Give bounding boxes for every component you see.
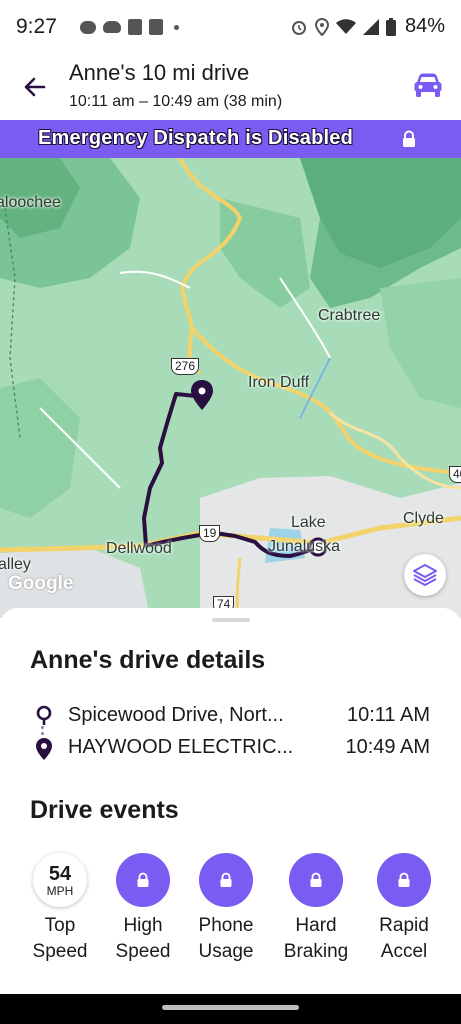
end-time: 10:49 AM (345, 736, 430, 758)
event-rapid-accel[interactable]: Rapid Accel (364, 853, 444, 965)
back-button[interactable] (20, 72, 50, 102)
emergency-dispatch-banner[interactable]: Emergency Dispatch is Disabled (0, 120, 461, 158)
events-title: Drive events (30, 796, 179, 824)
event-label-line: Accel (380, 941, 428, 962)
event-label-line: Rapid (379, 915, 429, 936)
weather-notification-icon (103, 21, 121, 33)
map-label: Dellwood (106, 540, 172, 557)
top-speed-badge: 54 MPH (33, 853, 87, 907)
event-hard-braking[interactable]: Hard Braking (276, 853, 356, 965)
details-title: Anne's drive details (30, 646, 266, 674)
event-label: Hard Braking (276, 913, 356, 965)
car-icon (414, 73, 442, 97)
event-top-speed[interactable]: 54 MPH Top Speed (20, 853, 100, 965)
lock-icon (137, 872, 149, 887)
event-label: High Speed (103, 913, 183, 965)
locked-event-badge (377, 853, 431, 907)
event-label-line: Braking (283, 941, 349, 962)
route-start-row: Spicewood Drive, Nort... 10:11 AM (30, 702, 440, 732)
pdf-notification-icon (128, 19, 142, 35)
road-shield: 40 (449, 466, 461, 483)
layers-icon (413, 564, 437, 586)
google-attribution: Google (8, 573, 74, 594)
status-time: 9:27 (16, 15, 57, 38)
locked-event-badge (199, 853, 253, 907)
system-nav-bar (0, 994, 461, 1024)
lock-icon (220, 872, 232, 887)
wifi-icon (335, 18, 356, 34)
app-header: Anne's 10 mi drive 10:11 am – 10:49 am (… (0, 52, 461, 120)
chat-notification-icon (80, 20, 96, 34)
map-canvas[interactable] (0, 158, 461, 618)
end-place: HAYWOOD ELECTRIC... (68, 736, 294, 758)
start-time: 10:11 AM (346, 704, 430, 726)
battery-percent: 84% (404, 15, 445, 37)
notification-icons (80, 19, 179, 35)
locked-event-badge (289, 853, 343, 907)
event-label: Top Speed (20, 913, 100, 965)
event-label-line: Speed (115, 941, 171, 962)
event-label-line: Phone (198, 915, 254, 936)
drive-details-sheet: Anne's drive details Spicewood Drive, No… (0, 608, 461, 994)
map-label: aloochee (0, 194, 61, 211)
map-label: Iron Duff (248, 374, 310, 391)
event-label-line: Hard (295, 915, 337, 936)
map-label: alley (0, 556, 31, 573)
event-phone-usage[interactable]: Phone Usage (186, 853, 266, 965)
locked-event-badge (116, 853, 170, 907)
battery-icon (385, 17, 396, 36)
event-label: Rapid Accel (364, 913, 444, 965)
event-high-speed[interactable]: High Speed (103, 853, 183, 965)
route-map[interactable]: aloochee Crabtree Iron Duff Lake Junalus… (0, 158, 461, 618)
road-shield: 19 (199, 525, 221, 542)
event-label-line: Speed (32, 941, 88, 962)
top-speed-value: 54 (48, 862, 72, 885)
map-label: Crabtree (318, 307, 381, 324)
cellular-icon (362, 18, 379, 35)
route-connector-dots (41, 726, 45, 738)
event-label-line: Usage (198, 941, 254, 962)
sheet-drag-handle[interactable] (212, 618, 250, 622)
status-bar: 9:27 84% (0, 0, 461, 52)
map-layers-button[interactable] (404, 554, 446, 596)
destination-pin-icon (36, 738, 52, 760)
map-label: Clyde (403, 510, 444, 527)
route-end-row: HAYWOOD ELECTRIC... 10:49 AM (30, 734, 440, 764)
location-icon (314, 17, 329, 36)
map-label: Junaluska (268, 538, 341, 555)
event-label-line: Top (44, 915, 76, 936)
map-label: Lake (291, 514, 326, 531)
road-shield: 276 (171, 358, 200, 375)
banner-text: Emergency Dispatch is Disabled (38, 127, 354, 149)
top-speed-unit: MPH (46, 883, 74, 898)
more-notifications-icon (174, 24, 179, 30)
lock-icon (403, 130, 415, 147)
event-label: Phone Usage (186, 913, 266, 965)
drive-time-range: 10:11 am – 10:49 am (38 min) (69, 93, 283, 110)
lock-icon (398, 872, 410, 887)
alarm-icon (291, 20, 306, 35)
system-icons: 84% (290, 15, 445, 38)
home-gesture-bar[interactable] (162, 1005, 299, 1010)
start-location-icon (36, 705, 52, 725)
lock-icon (310, 872, 322, 887)
start-place: Spicewood Drive, Nort... (68, 704, 284, 726)
pdf-notification-icon (149, 19, 163, 35)
event-label-line: High (123, 915, 163, 936)
arrow-left-icon (24, 77, 46, 97)
vehicle-button[interactable] (413, 72, 443, 98)
page-title: Anne's 10 mi drive (69, 60, 250, 85)
